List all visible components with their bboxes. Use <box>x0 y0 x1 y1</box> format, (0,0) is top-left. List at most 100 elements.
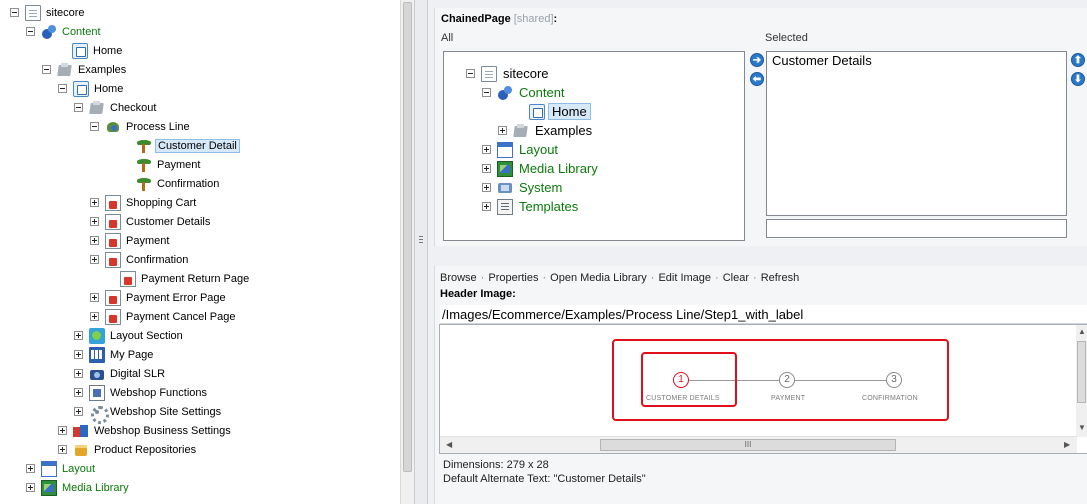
toolbar-link[interactable]: Refresh <box>761 272 800 284</box>
collapse-icon[interactable] <box>10 8 19 17</box>
all-tree-item[interactable]: Content <box>482 83 568 102</box>
collapse-icon[interactable] <box>26 27 35 36</box>
red-page-icon <box>105 289 121 306</box>
expand-icon[interactable] <box>90 198 99 207</box>
tree-item[interactable]: Layout <box>26 459 97 478</box>
preview-horizontal-scrollbar[interactable]: ◀ III ▶ <box>440 436 1077 453</box>
all-tree-item[interactable]: Templates <box>482 197 581 216</box>
expand-icon[interactable] <box>90 217 99 226</box>
toolbar-link[interactable]: Open Media Library <box>550 272 647 284</box>
tree-item-label: Webshop Site Settings <box>110 405 222 418</box>
tree-item[interactable]: Webshop Functions <box>74 383 209 402</box>
tree-item[interactable]: Payment <box>90 231 171 250</box>
image-path-field[interactable]: /Images/Ecommerce/Examples/Process Line/… <box>440 305 1087 324</box>
step-connector <box>795 380 886 381</box>
step-number: 3 <box>886 372 902 388</box>
toolbar-link[interactable]: Browse <box>440 272 477 284</box>
expand-icon[interactable] <box>74 407 83 416</box>
all-tree-item[interactable]: Layout <box>482 140 561 159</box>
tree-item[interactable]: Media Library <box>26 478 131 497</box>
tree-item[interactable]: Home <box>57 41 124 60</box>
page-icon <box>25 4 41 21</box>
expand-icon[interactable] <box>90 293 99 302</box>
expand-icon[interactable] <box>482 202 491 211</box>
red-page-icon <box>120 270 136 287</box>
expand-icon[interactable] <box>482 164 491 173</box>
tree-item[interactable]: Examples <box>42 60 128 79</box>
pane-splitter[interactable] <box>414 0 428 504</box>
remove-arrow-icon[interactable]: ⬅ <box>750 72 764 86</box>
expand-icon[interactable] <box>74 350 83 359</box>
scroll-down-icon[interactable]: ▼ <box>1078 423 1086 432</box>
expand-icon[interactable] <box>498 126 507 135</box>
expand-icon[interactable] <box>26 483 35 492</box>
all-items-tree[interactable]: sitecore Content Home Examples Layout Media L… <box>443 51 745 241</box>
collapse-icon[interactable] <box>90 122 99 131</box>
all-tree-item[interactable]: Examples <box>498 121 595 140</box>
move-down-icon[interactable]: ⬇ <box>1071 72 1085 86</box>
tree-item-label: Home <box>94 82 124 95</box>
tree-item[interactable]: Payment Cancel Page <box>90 307 237 326</box>
tree-item[interactable]: Customer Detail <box>121 136 240 155</box>
add-arrow-icon[interactable]: ➔ <box>750 53 764 67</box>
collapse-icon[interactable] <box>58 84 67 93</box>
tree-item[interactable]: sitecore <box>10 3 87 22</box>
tree-item[interactable]: Webshop Site Settings <box>74 402 223 424</box>
tree-item[interactable]: Payment <box>121 155 202 174</box>
preview-hscroll-thumb[interactable]: III <box>600 439 896 451</box>
toolbar-link[interactable]: Clear <box>723 272 749 284</box>
toolbar-link[interactable]: Edit Image <box>658 272 711 284</box>
scroll-up-icon[interactable]: ▲ <box>1078 327 1086 336</box>
collapse-icon[interactable] <box>42 65 51 74</box>
tree-item[interactable]: Confirmation <box>121 174 221 193</box>
expand-icon[interactable] <box>482 183 491 192</box>
tree-item[interactable]: Layout Section <box>74 326 185 345</box>
all-tree-item[interactable]: Home <box>514 102 591 121</box>
tree-item[interactable]: Product Repositories <box>58 440 198 459</box>
expand-icon[interactable] <box>74 331 83 340</box>
selected-filter-input[interactable] <box>766 219 1067 238</box>
tree-item[interactable]: Home <box>58 79 125 98</box>
tree-item[interactable]: Payment Error Page <box>90 288 228 307</box>
tree-item[interactable]: Customer Details <box>90 212 212 231</box>
media-library-icon <box>497 160 513 177</box>
expand-icon[interactable] <box>90 312 99 321</box>
selected-items-list[interactable]: Customer Details <box>766 51 1067 216</box>
expand-icon[interactable] <box>90 255 99 264</box>
scroll-left-icon[interactable]: ◀ <box>446 440 452 449</box>
preview-vscroll-thumb[interactable] <box>1077 341 1086 403</box>
collapse-icon[interactable] <box>74 103 83 112</box>
tree-item[interactable]: Process Line <box>90 117 192 136</box>
tree-scrollbar[interactable] <box>400 0 414 504</box>
preview-vertical-scrollbar[interactable]: ▲ ▼ <box>1076 325 1087 437</box>
expand-icon[interactable] <box>58 445 67 454</box>
all-tree-item[interactable]: System <box>482 178 565 197</box>
scroll-right-icon[interactable]: ▶ <box>1064 440 1070 449</box>
toolbar-link[interactable]: Properties <box>488 272 538 284</box>
tree-item[interactable]: Confirmation <box>90 250 190 269</box>
tree-item[interactable]: Content <box>26 22 103 41</box>
expand-icon[interactable] <box>26 464 35 473</box>
selected-item[interactable]: Customer Details <box>772 53 872 68</box>
tree-item[interactable]: Digital SLR <box>74 364 167 383</box>
tree-item-label: Confirmation <box>126 253 189 266</box>
tree-item[interactable]: Payment Return Page <box>105 269 251 288</box>
collapse-icon[interactable] <box>466 69 475 78</box>
tree-item[interactable]: Webshop Business Settings <box>58 421 233 440</box>
expand-icon[interactable] <box>74 388 83 397</box>
expand-icon[interactable] <box>90 236 99 245</box>
all-tree-item[interactable]: Media Library <box>482 159 601 178</box>
tree-item[interactable]: My Page <box>74 345 155 364</box>
move-up-icon[interactable]: ⬆ <box>1071 53 1085 67</box>
collapse-icon[interactable] <box>482 88 491 97</box>
expand-icon[interactable] <box>74 369 83 378</box>
all-tree-item[interactable]: sitecore <box>466 64 552 83</box>
expand-icon[interactable] <box>58 426 67 435</box>
tree-item[interactable]: Checkout <box>74 98 158 117</box>
expand-icon[interactable] <box>482 145 491 154</box>
tree-scrollbar-thumb[interactable] <box>403 2 412 472</box>
tree-item-label: Layout Section <box>110 329 183 342</box>
tree-item[interactable]: Shopping Cart <box>90 193 198 212</box>
splitter-grip-icon <box>419 236 423 245</box>
templates-icon <box>497 198 513 215</box>
